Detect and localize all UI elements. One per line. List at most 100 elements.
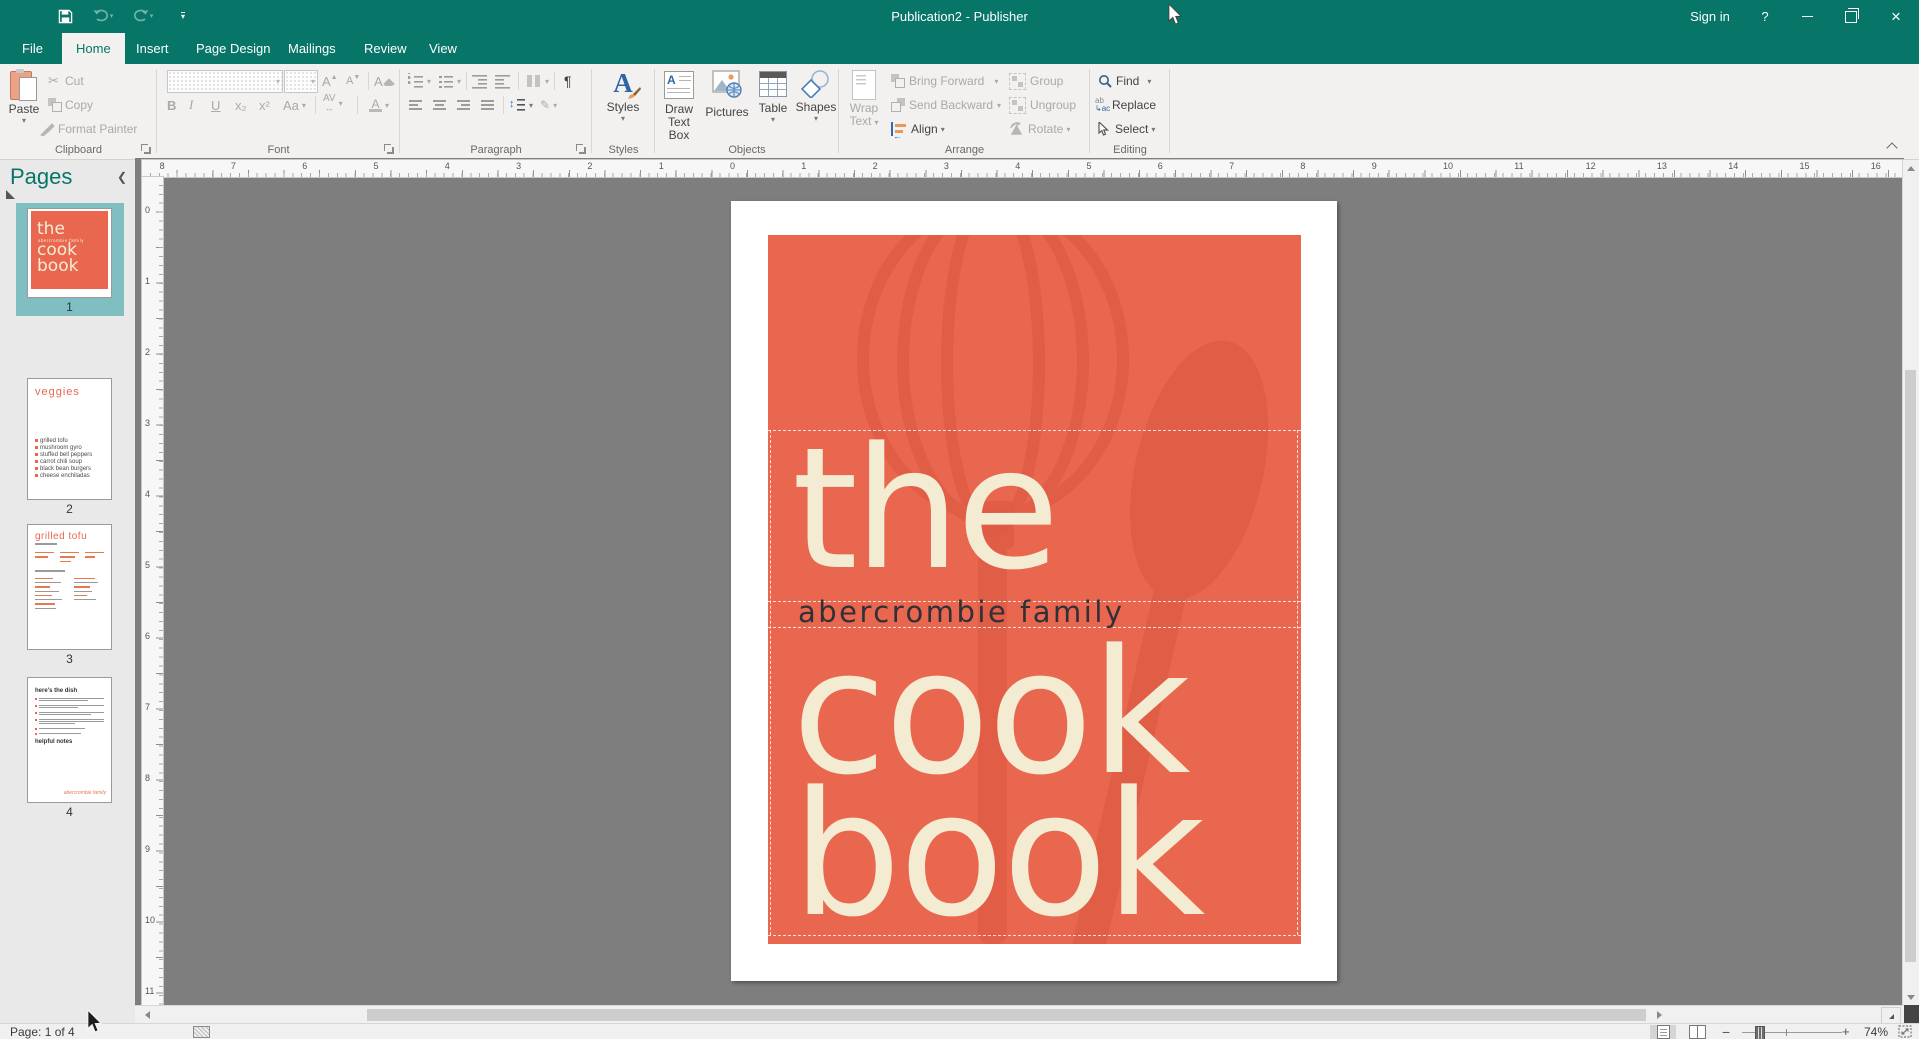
- thumb4-heading: here's the dish: [35, 688, 111, 694]
- change-case-button[interactable]: Aa▾: [283, 94, 306, 116]
- shapes-button[interactable]: Shapes ▾: [795, 67, 837, 139]
- page-indicator[interactable]: Page: 1 of 4: [10, 1025, 75, 1039]
- table-button[interactable]: Table ▾: [753, 67, 793, 139]
- tab-page-design[interactable]: Page Design: [182, 33, 284, 64]
- publication-page[interactable]: the abercrombie family cook book: [731, 201, 1337, 981]
- tab-view[interactable]: View: [415, 33, 471, 64]
- tab-mailings[interactable]: Mailings: [274, 33, 350, 64]
- scroll-right-button[interactable]: [1651, 1007, 1667, 1023]
- clipboard-dialog-launcher[interactable]: [140, 143, 151, 154]
- cover-title-the[interactable]: the: [792, 425, 1056, 593]
- copy-button[interactable]: Copy: [48, 94, 93, 116]
- ribbon-group-objects: A Draw Text Box Pictures Ta: [655, 64, 839, 158]
- align-left-button[interactable]: [408, 94, 424, 116]
- cut-button[interactable]: ✂ Cut: [48, 70, 84, 92]
- help-button[interactable]: ?: [1745, 0, 1785, 33]
- align-button[interactable]: Align▾: [891, 118, 945, 140]
- bring-forward-button[interactable]: Bring Forward▾: [891, 70, 998, 92]
- pages-panel-resize-triangle[interactable]: [6, 190, 15, 199]
- columns-button[interactable]: ▾: [526, 70, 549, 92]
- numbering-button[interactable]: ▾: [438, 70, 461, 92]
- pages-panel-collapse-button[interactable]: ❮: [117, 170, 127, 184]
- bullets-button[interactable]: ▾: [408, 70, 431, 92]
- vertical-scrollbar[interactable]: [1902, 160, 1919, 1005]
- close-button[interactable]: ×: [1873, 0, 1919, 33]
- cover-artwork[interactable]: the abercrombie family cook book: [768, 235, 1301, 944]
- single-page-view-button[interactable]: [1650, 1025, 1676, 1039]
- page-thumbnail-4[interactable]: here's the dish helpful notes abercrombi…: [27, 677, 112, 803]
- two-page-spread-button[interactable]: [1684, 1025, 1710, 1039]
- zoom-in-button[interactable]: +: [1842, 1024, 1850, 1039]
- scroll-up-button[interactable]: [1903, 160, 1919, 176]
- horizontal-scrollbar[interactable]: [135, 1005, 1904, 1024]
- textbox-boundary-left: [770, 430, 771, 935]
- h-ruler-number: 8: [1300, 161, 1305, 171]
- grow-font-button[interactable]: A▲: [322, 70, 338, 92]
- wrap-text-button[interactable]: Wrap Text▾: [843, 67, 885, 139]
- line-spacing-button[interactable]: ▾: [510, 94, 533, 116]
- tab-file[interactable]: File: [8, 33, 57, 64]
- fit-page-button[interactable]: [1898, 1025, 1912, 1038]
- clear-formatting-button[interactable]: A: [374, 70, 395, 92]
- tab-home[interactable]: Home: [62, 33, 125, 64]
- italic-button[interactable]: I: [189, 94, 211, 116]
- bold-button[interactable]: B: [167, 94, 189, 116]
- show-formatting-marks-button[interactable]: ¶: [564, 70, 572, 92]
- shrink-font-button[interactable]: A▼: [346, 70, 360, 92]
- font-dialog-launcher[interactable]: [383, 143, 394, 154]
- subscript-button[interactable]: x₂: [235, 94, 257, 116]
- horizontal-scrollbar-thumb[interactable]: [367, 1009, 1646, 1021]
- thumb2-list-item: cheese enchiladas: [35, 473, 111, 480]
- page-thumbnail-3[interactable]: grilled tofu: [27, 524, 112, 650]
- zoom-percentage[interactable]: 74%: [1864, 1025, 1888, 1039]
- font-color-button[interactable]: A ▾: [369, 94, 389, 116]
- zoom-out-button[interactable]: −: [1722, 1024, 1730, 1039]
- underline-button[interactable]: U: [211, 94, 233, 116]
- format-painter-button[interactable]: Format Painter: [40, 118, 137, 140]
- align-center-button[interactable]: [432, 94, 448, 116]
- zoom-slider-thumb[interactable]: [1755, 1026, 1765, 1039]
- sign-in-link[interactable]: Sign in: [1675, 0, 1745, 33]
- document-canvas[interactable]: 87654321012345678910111213141516 0123456…: [135, 158, 1904, 1005]
- align-arrow: ▾: [941, 125, 945, 134]
- font-name-combobox[interactable]: ▾: [167, 70, 283, 93]
- decrease-indent-button[interactable]: [472, 70, 488, 92]
- replace-button[interactable]: ab↳ac Replace: [1095, 94, 1156, 116]
- vertical-scrollbar-thumb[interactable]: [1905, 370, 1916, 962]
- styles-button[interactable]: A Styles ▾: [600, 67, 646, 139]
- scroll-left-button[interactable]: [139, 1007, 155, 1023]
- cover-title-book[interactable]: book: [792, 769, 1203, 941]
- page-thumbnail-1[interactable]: the abercrombie family cook book: [27, 208, 112, 298]
- increase-indent-button[interactable]: [494, 70, 510, 92]
- restore-button[interactable]: [1829, 0, 1873, 33]
- object-position-icon[interactable]: [193, 1026, 210, 1038]
- paragraph-dialog-launcher[interactable]: [575, 143, 586, 154]
- rotate-button[interactable]: Rotate▾: [1009, 118, 1070, 140]
- h-ruler-number: 3: [944, 161, 949, 171]
- font-size-combobox[interactable]: ▾: [284, 70, 318, 93]
- group-button[interactable]: Group: [1009, 70, 1063, 92]
- draw-text-box-button[interactable]: A Draw Text Box: [657, 67, 701, 139]
- tab-review[interactable]: Review: [350, 33, 421, 64]
- justify-button[interactable]: [480, 94, 496, 116]
- tab-insert[interactable]: Insert: [122, 33, 183, 64]
- line-spacing-arrow: ▾: [529, 101, 533, 110]
- paragraph-shading-button[interactable]: ✎▾: [540, 94, 557, 116]
- horizontal-ruler[interactable]: 87654321012345678910111213141516: [141, 159, 1904, 178]
- paste-button[interactable]: Paste ▾: [4, 67, 44, 139]
- align-right-button[interactable]: [456, 94, 472, 116]
- find-button[interactable]: Find▾: [1098, 70, 1151, 92]
- select-button[interactable]: Select▾: [1098, 118, 1155, 140]
- pictures-button[interactable]: Pictures: [703, 67, 751, 139]
- scroll-down-button[interactable]: [1903, 989, 1919, 1005]
- send-backward-button[interactable]: Send Backward▾: [891, 94, 1001, 116]
- pages-panel: Pages ❮ the abercrombie family cook book…: [0, 160, 136, 1023]
- collapse-ribbon-button[interactable]: [1884, 140, 1900, 156]
- select-arrow: ▾: [1151, 125, 1155, 134]
- minimize-button[interactable]: [1785, 0, 1829, 33]
- vertical-ruler[interactable]: 01234567891011: [141, 176, 164, 1005]
- character-spacing-button[interactable]: AV↔ ▾: [323, 92, 343, 114]
- page-thumbnail-2[interactable]: veggies grilled tofumushroom gyrostuffed…: [27, 378, 112, 500]
- superscript-button[interactable]: x²: [259, 94, 281, 116]
- ungroup-button[interactable]: Ungroup: [1009, 94, 1076, 116]
